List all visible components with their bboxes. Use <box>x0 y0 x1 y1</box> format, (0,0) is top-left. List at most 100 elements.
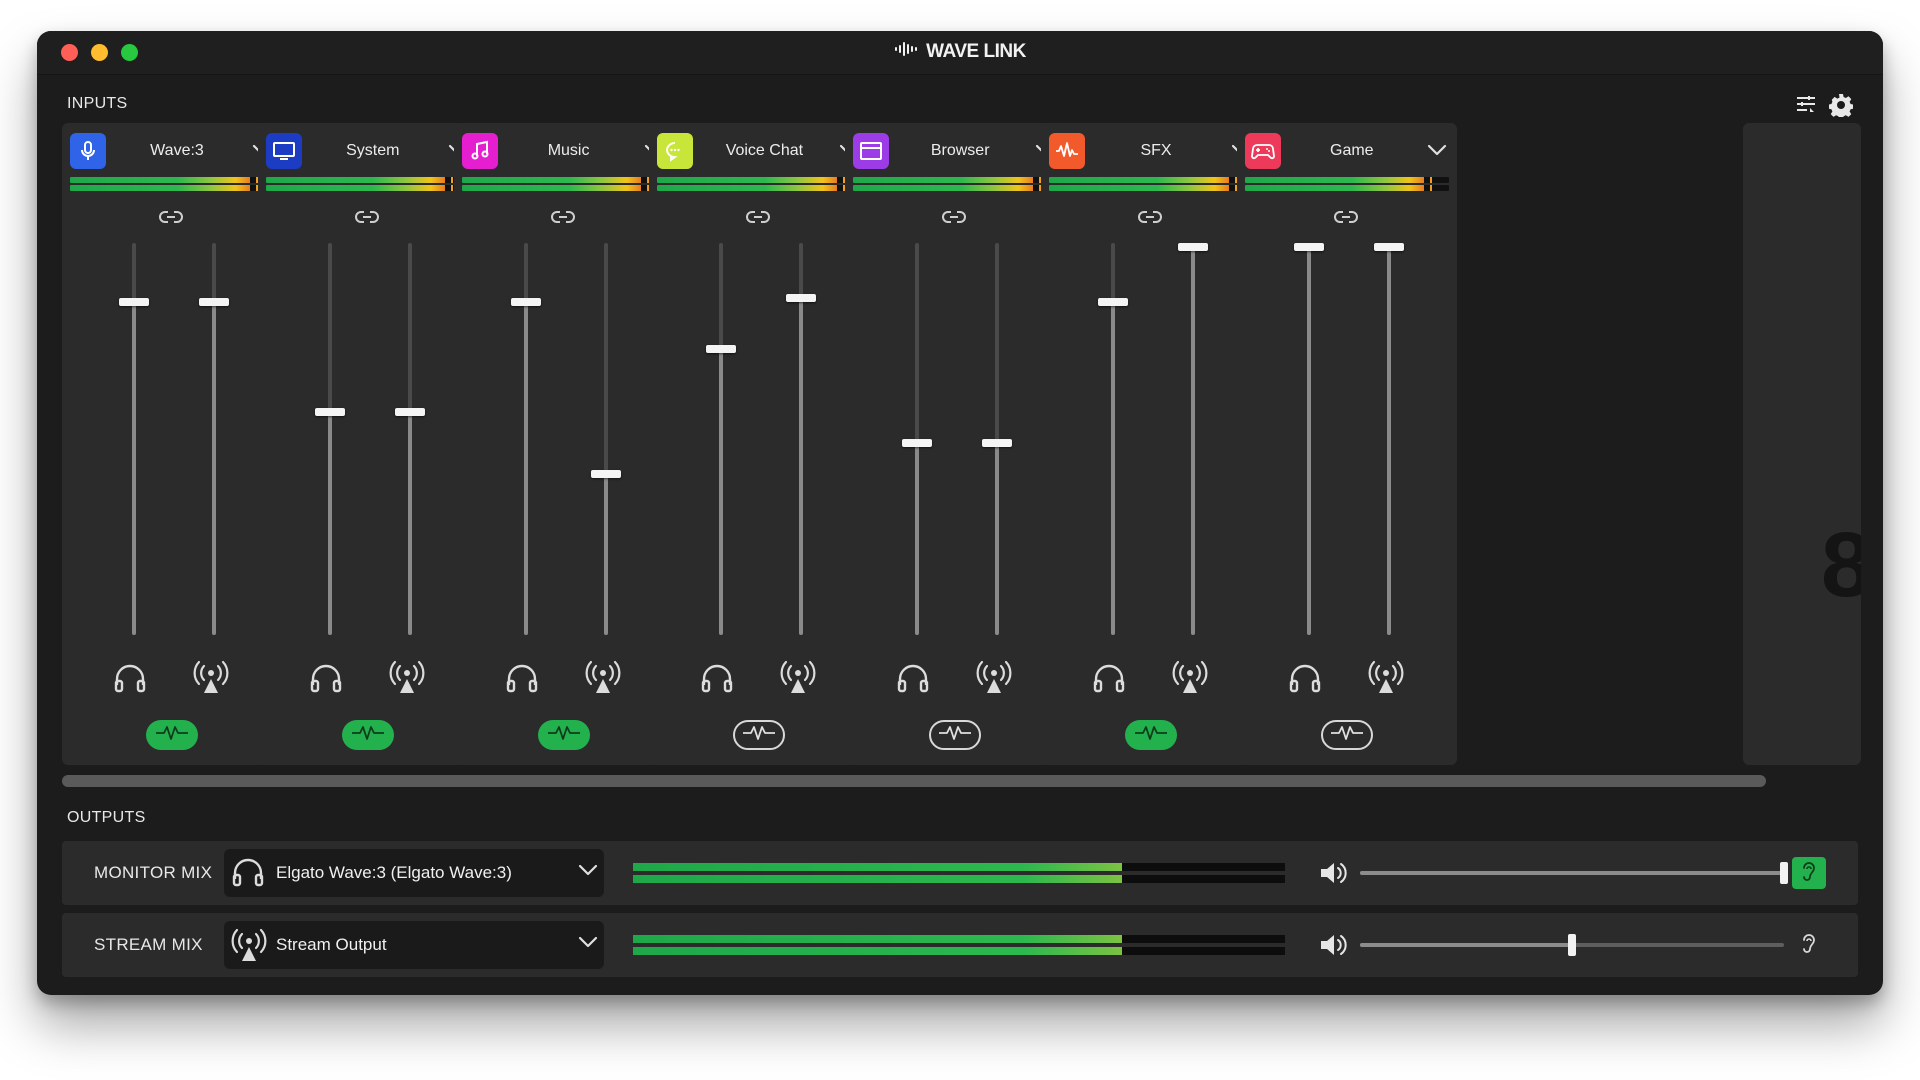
output-volume-slider[interactable] <box>1360 862 1788 884</box>
partial-channel-strip[interactable]: 8 <box>1743 123 1861 765</box>
browser-window-icon <box>853 133 890 169</box>
effects-toggle-button[interactable] <box>1125 720 1177 750</box>
link-icon[interactable] <box>941 209 967 230</box>
channel-name: SFX <box>1140 142 1172 159</box>
slider-fill <box>407 411 412 635</box>
chevron-down-icon[interactable] <box>1427 143 1447 162</box>
monitor-volume-slider[interactable] <box>1306 243 1311 635</box>
channel-name: Wave:3 <box>150 142 204 159</box>
channel-header[interactable]: Browser <box>853 133 1057 169</box>
channel-strip: Browser <box>845 123 1066 765</box>
effects-toggle-button[interactable] <box>537 720 590 750</box>
stream-slider-handle[interactable] <box>1373 242 1404 251</box>
gear-icon[interactable] <box>1828 93 1854 122</box>
effects-toggle-button[interactable] <box>1320 720 1373 750</box>
slider-fill <box>915 442 920 635</box>
monitor-slider-handle[interactable] <box>1098 297 1128 306</box>
link-icon[interactable] <box>354 209 380 230</box>
listen-toggle-button[interactable] <box>1792 929 1826 961</box>
monitor-level-meter <box>657 177 862 183</box>
monitor-slider-handle[interactable] <box>706 344 737 353</box>
monitor-slider-handle[interactable] <box>510 297 541 306</box>
broadcast-icon[interactable] <box>1171 659 1209 700</box>
meter-fill <box>461 185 642 191</box>
monitor-slider-handle[interactable] <box>1293 242 1324 251</box>
stream-slider-handle[interactable] <box>394 407 425 416</box>
stream-level-meter <box>853 185 1058 191</box>
monitor-level-meter <box>1244 177 1449 183</box>
headphones-icon[interactable] <box>1287 661 1323 698</box>
output-device-name: Stream Output <box>276 935 387 954</box>
horizontal-scrollbar[interactable] <box>62 775 1766 787</box>
broadcast-icon[interactable] <box>584 659 622 700</box>
channel-header[interactable]: System <box>265 133 470 169</box>
headphones-icon[interactable] <box>895 661 931 698</box>
inputs-label: INPUTS <box>67 95 128 112</box>
speaker-icon[interactable] <box>1318 859 1348 892</box>
speaker-icon[interactable] <box>1318 931 1348 964</box>
stream-slider-handle[interactable] <box>1178 242 1208 251</box>
broadcast-icon[interactable] <box>975 659 1013 700</box>
output-volume-handle[interactable] <box>1780 862 1788 884</box>
chevron-down-icon <box>578 935 598 954</box>
meter-peak-mark <box>1430 185 1433 191</box>
chat-bubble-icon <box>657 133 694 169</box>
channel-header[interactable]: SFX <box>1049 133 1253 169</box>
slider-fill <box>523 301 528 635</box>
output-device-select[interactable]: Stream Output <box>224 921 604 969</box>
channel-strip: System <box>257 123 478 765</box>
headphones-icon[interactable] <box>308 661 344 698</box>
output-volume-handle[interactable] <box>1568 934 1576 956</box>
broadcast-icon[interactable] <box>1367 659 1405 700</box>
output-device-name: Elgato Wave:3 (Elgato Wave:3) <box>276 863 512 882</box>
channel-header[interactable]: Voice Chat <box>657 133 861 169</box>
stream-slider-handle[interactable] <box>786 293 817 302</box>
headphones-icon[interactable] <box>699 661 735 698</box>
mixer-settings-icon[interactable] <box>1795 93 1817 122</box>
stream-slider-handle[interactable] <box>199 297 229 306</box>
output-volume-slider[interactable] <box>1360 934 1784 956</box>
headphones-icon <box>230 855 266 892</box>
stream-volume-slider[interactable] <box>407 243 412 635</box>
channel-header[interactable]: Music <box>461 133 666 169</box>
effects-toggle-button[interactable] <box>929 720 982 750</box>
link-icon[interactable] <box>1137 209 1163 230</box>
stream-volume-slider[interactable] <box>603 243 608 635</box>
slider-fill <box>1191 246 1195 635</box>
effects-toggle-button[interactable] <box>341 720 394 750</box>
broadcast-icon[interactable] <box>192 659 230 700</box>
headphones-icon[interactable] <box>504 661 540 698</box>
stream-volume-slider[interactable] <box>1191 243 1195 635</box>
link-icon[interactable] <box>1333 209 1359 230</box>
slider-fill <box>1306 246 1311 635</box>
effects-toggle-button[interactable] <box>733 720 786 750</box>
output-level-meter <box>633 863 1285 883</box>
effects-toggle-button[interactable] <box>146 720 198 750</box>
monitor-volume-slider[interactable] <box>719 243 724 635</box>
channel-header[interactable]: Wave:3 <box>70 133 274 169</box>
output-device-select[interactable]: Elgato Wave:3 (Elgato Wave:3) <box>224 849 604 897</box>
link-icon[interactable] <box>158 209 184 230</box>
monitor-slider-handle[interactable] <box>119 297 149 306</box>
meter-peak-mark <box>1430 177 1433 183</box>
link-icon[interactable] <box>550 209 576 230</box>
monitor-slider-handle[interactable] <box>314 407 345 416</box>
slider-fill <box>1360 871 1784 875</box>
stream-slider-handle[interactable] <box>982 438 1013 447</box>
link-icon[interactable] <box>745 209 771 230</box>
headphones-icon[interactable] <box>112 661 148 698</box>
headphones-icon[interactable] <box>1091 661 1127 698</box>
stream-slider-handle[interactable] <box>590 470 621 479</box>
slider-fill <box>1360 943 1572 947</box>
stream-volume-slider[interactable] <box>1386 243 1391 635</box>
listen-toggle-button[interactable] <box>1792 857 1826 889</box>
slider-fill <box>132 301 136 635</box>
channel-header[interactable]: Game <box>1244 133 1449 169</box>
broadcast-icon[interactable] <box>779 659 817 700</box>
broadcast-icon[interactable] <box>388 659 426 700</box>
monitor-slider-handle[interactable] <box>902 438 933 447</box>
channel-name: System <box>346 142 400 159</box>
meter-fill <box>853 185 1033 191</box>
monitor-volume-slider[interactable] <box>327 243 332 635</box>
app-title-text: WAVE LINK <box>926 41 1026 63</box>
